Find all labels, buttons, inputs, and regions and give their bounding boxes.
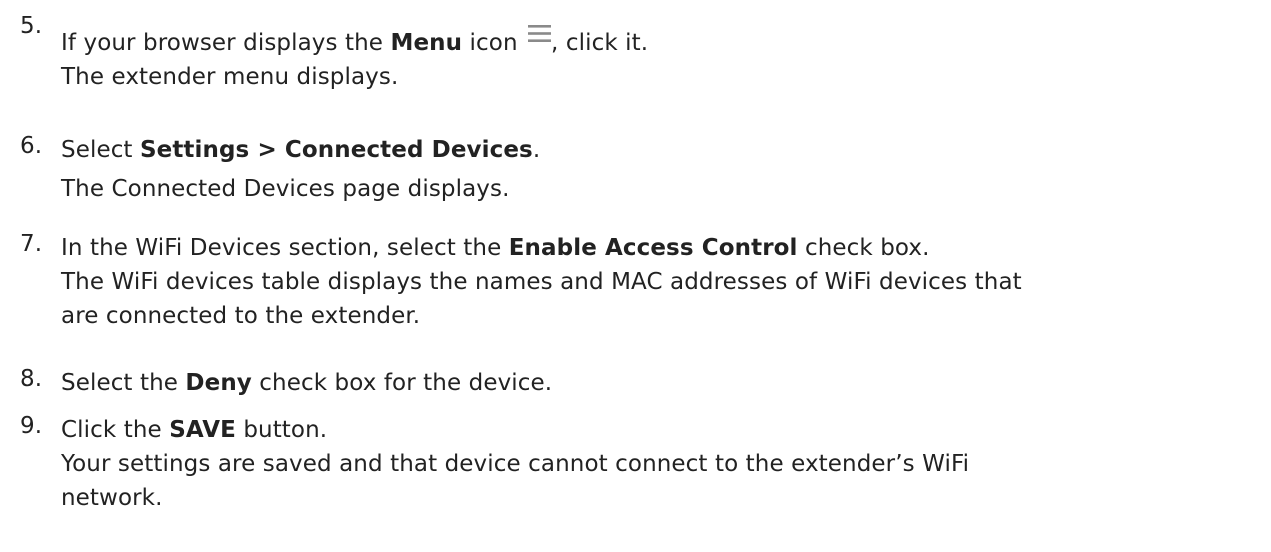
step-number: 7. <box>20 231 43 257</box>
step-result-continued: network. <box>61 485 163 511</box>
step-text: Click the SAVE button. Your settings are… <box>61 413 1261 515</box>
step-instruction: Select Settings > Connected Devices. <box>61 137 541 163</box>
step-result: The extender menu displays. <box>61 64 399 90</box>
step-text: Select the Deny check box for the device… <box>61 366 1261 400</box>
step-result: The Connected Devices page displays. <box>61 176 510 202</box>
ui-term: SAVE <box>169 417 236 443</box>
step-number: 5. <box>20 13 43 39</box>
step-result: The WiFi devices table displays the name… <box>61 269 1022 295</box>
step-number: 9. <box>20 413 43 439</box>
step-text: If your browser displays the Menu icon ,… <box>61 24 1261 94</box>
step-text: In the WiFi Devices section, select the … <box>61 231 1261 333</box>
ui-term: Menu <box>390 30 463 56</box>
step-instruction: Click the SAVE button. <box>61 417 328 443</box>
step-instruction: If your browser displays the Menu icon ,… <box>61 24 1261 60</box>
step-instruction: Select the Deny check box for the device… <box>61 370 553 396</box>
step-number: 6. <box>20 133 43 159</box>
step-result-continued: are connected to the extender. <box>61 303 421 329</box>
step-result: Your settings are saved and that device … <box>61 451 970 477</box>
ui-term: Deny <box>185 370 252 396</box>
step-text: Select Settings > Connected Devices. The… <box>61 133 1261 206</box>
step-instruction: In the WiFi Devices section, select the … <box>61 235 930 261</box>
step-number: 8. <box>20 366 43 392</box>
ui-term: Settings > Connected Devices <box>139 137 533 163</box>
ui-term: Enable Access Control <box>508 235 798 261</box>
hamburger-menu-icon <box>528 18 552 52</box>
